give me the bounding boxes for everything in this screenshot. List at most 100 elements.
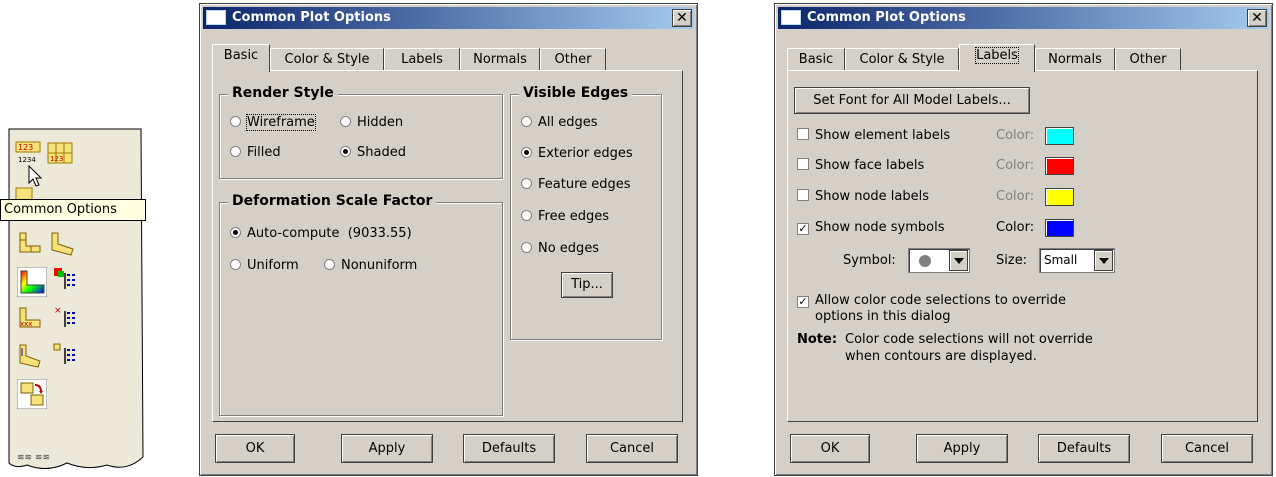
chevron-down-icon[interactable] <box>1094 250 1113 271</box>
show-node-symbols-label: Show node symbols <box>815 220 945 235</box>
render-style-group: Render Style Wireframe Hidden Filled Sha… <box>219 85 503 179</box>
no-edges-radio[interactable]: No edges <box>521 241 599 257</box>
hidden-radio[interactable]: Hidden <box>340 115 403 131</box>
svg-text:123: 123 <box>50 155 63 163</box>
node-labels-color-swatch[interactable] <box>1045 188 1074 206</box>
face-labels-color-label: Color: <box>996 158 1035 173</box>
show-face-labels-label: Show face labels <box>815 158 925 173</box>
svg-text:1234: 1234 <box>18 156 36 164</box>
allow-override-line2: options in this dialog <box>815 309 951 324</box>
wireframe-label: Wireframe <box>246 114 316 131</box>
free-edges-label: Free edges <box>538 209 609 224</box>
size-select[interactable]: Small <box>1039 248 1115 273</box>
exterior-edges-radio[interactable]: Exterior edges <box>521 146 633 162</box>
symbol-plot-icon[interactable]: xxx <box>17 305 43 331</box>
wireframe-radio[interactable]: Wireframe <box>230 114 316 131</box>
uniform-radio[interactable]: Uniform <box>230 258 299 274</box>
free-edges-radio[interactable]: Free edges <box>521 209 609 225</box>
cancel-button[interactable]: Cancel <box>1161 434 1253 463</box>
common-options-tooltip: Common Options <box>0 199 146 221</box>
node-symbols-color-label: Color: <box>996 220 1035 235</box>
defaults-button[interactable]: Defaults <box>463 434 555 463</box>
numbered-labels-icon[interactable]: 123 1234 <box>15 140 41 166</box>
dialog-title: Common Plot Options <box>232 10 391 25</box>
shaded-radio[interactable]: Shaded <box>340 145 406 161</box>
tab-normals[interactable]: Normals <box>1035 48 1115 71</box>
close-button[interactable]: ✕ <box>672 9 692 27</box>
all-edges-radio[interactable]: All edges <box>521 115 598 131</box>
orientation-options-icon[interactable] <box>53 342 79 368</box>
common-plot-options-dialog-basic: Common Plot Options ✕ Basic Color & Styl… <box>199 3 698 476</box>
cancel-button[interactable]: Cancel <box>586 434 678 463</box>
deformed-shape-icon[interactable] <box>49 230 75 256</box>
element-labels-color-swatch[interactable] <box>1045 127 1074 145</box>
size-label: Size: <box>996 253 1028 268</box>
size-value: Small <box>1044 253 1078 267</box>
tab-color-style[interactable]: Color & Style <box>845 48 959 71</box>
tab-other[interactable]: Other <box>540 48 606 71</box>
show-element-labels-checkbox[interactable]: Show element labels <box>797 128 950 144</box>
ok-button[interactable]: OK <box>790 434 870 463</box>
window-icon <box>781 10 801 25</box>
label-grid-icon[interactable]: 123 <box>47 140 73 166</box>
filled-radio[interactable]: Filled <box>230 145 281 161</box>
show-node-labels-checkbox[interactable]: Show node labels <box>797 189 929 205</box>
symbol-options-icon[interactable]: × <box>53 305 79 331</box>
face-labels-color-swatch[interactable] <box>1045 157 1074 175</box>
labels-tab-panel: Set Font for All Model Labels... Show el… <box>787 70 1258 422</box>
tab-other[interactable]: Other <box>1115 48 1181 71</box>
tab-basic[interactable]: Basic <box>212 44 270 72</box>
basic-tab-panel: Render Style Wireframe Hidden Filled Sha… <box>212 70 683 422</box>
node-symbols-color-swatch[interactable] <box>1045 219 1074 237</box>
allow-override-line1: Allow color code selections to override <box>815 293 1066 308</box>
defaults-button[interactable]: Defaults <box>1038 434 1130 463</box>
chevron-down-icon[interactable] <box>949 250 968 271</box>
note-line2: when contours are displayed. <box>845 349 1037 364</box>
show-face-labels-checkbox[interactable]: Show face labels <box>797 158 924 174</box>
note-label: Note: <box>797 332 838 347</box>
apply-button[interactable]: Apply <box>916 434 1008 463</box>
exterior-edges-label: Exterior edges <box>538 146 633 161</box>
hidden-label: Hidden <box>357 115 404 130</box>
close-icon: ✕ <box>676 10 688 26</box>
set-font-button[interactable]: Set Font for All Model Labels... <box>794 87 1030 114</box>
deformation-scale-group: Deformation Scale Factor Auto-compute (9… <box>219 193 503 416</box>
svg-text:123: 123 <box>18 143 33 152</box>
symbol-label: Symbol: <box>843 253 896 268</box>
show-node-symbols-checkbox[interactable]: ✓ Show node symbols <box>797 220 945 236</box>
render-style-title: Render Style <box>228 85 338 101</box>
tab-normals[interactable]: Normals <box>460 48 540 71</box>
material-orientation-icon[interactable] <box>17 342 43 368</box>
superimpose-options-icon[interactable] <box>16 378 48 410</box>
filled-label: Filled <box>247 145 281 160</box>
allow-override-checkbox[interactable]: ✓ Allow color code selections to override <box>797 293 1066 309</box>
auto-compute-value: (9033.55) <box>347 226 412 241</box>
dialog-title: Common Plot Options <box>807 10 966 25</box>
feature-edges-radio[interactable]: Feature edges <box>521 177 631 193</box>
nonuniform-label: Nonuniform <box>341 258 418 273</box>
svg-text:xxx: xxx <box>20 320 32 328</box>
window-icon <box>206 10 226 25</box>
close-button[interactable]: ✕ <box>1247 9 1267 27</box>
symbol-select[interactable] <box>908 248 970 273</box>
auto-compute-radio[interactable]: Auto-compute (9033.55) <box>230 226 412 242</box>
undeformed-shape-icon[interactable] <box>17 230 43 256</box>
apply-button[interactable]: Apply <box>341 434 433 463</box>
uniform-label: Uniform <box>247 258 299 273</box>
svg-text:≋≋ ≋≋: ≋≋ ≋≋ <box>17 453 50 463</box>
tab-labels[interactable]: Labels <box>959 44 1035 72</box>
title-bar: Common Plot Options ✕ <box>778 7 1269 29</box>
tab-labels[interactable]: Labels <box>384 48 460 71</box>
no-edges-label: No edges <box>538 241 600 256</box>
tab-color-style[interactable]: Color & Style <box>270 48 384 71</box>
contour-options-icon[interactable] <box>53 267 79 293</box>
element-labels-color-label: Color: <box>996 128 1035 143</box>
common-plot-options-dialog-labels: Common Plot Options ✕ Basic Color & Styl… <box>774 3 1273 476</box>
contour-plot-icon[interactable] <box>16 266 48 298</box>
tip-button[interactable]: Tip... <box>561 272 613 298</box>
checkmark-icon: ✓ <box>797 295 809 308</box>
show-node-labels-label: Show node labels <box>815 189 929 204</box>
ok-button[interactable]: OK <box>215 434 295 463</box>
tab-basic[interactable]: Basic <box>787 48 845 71</box>
nonuniform-radio[interactable]: Nonuniform <box>324 258 417 274</box>
